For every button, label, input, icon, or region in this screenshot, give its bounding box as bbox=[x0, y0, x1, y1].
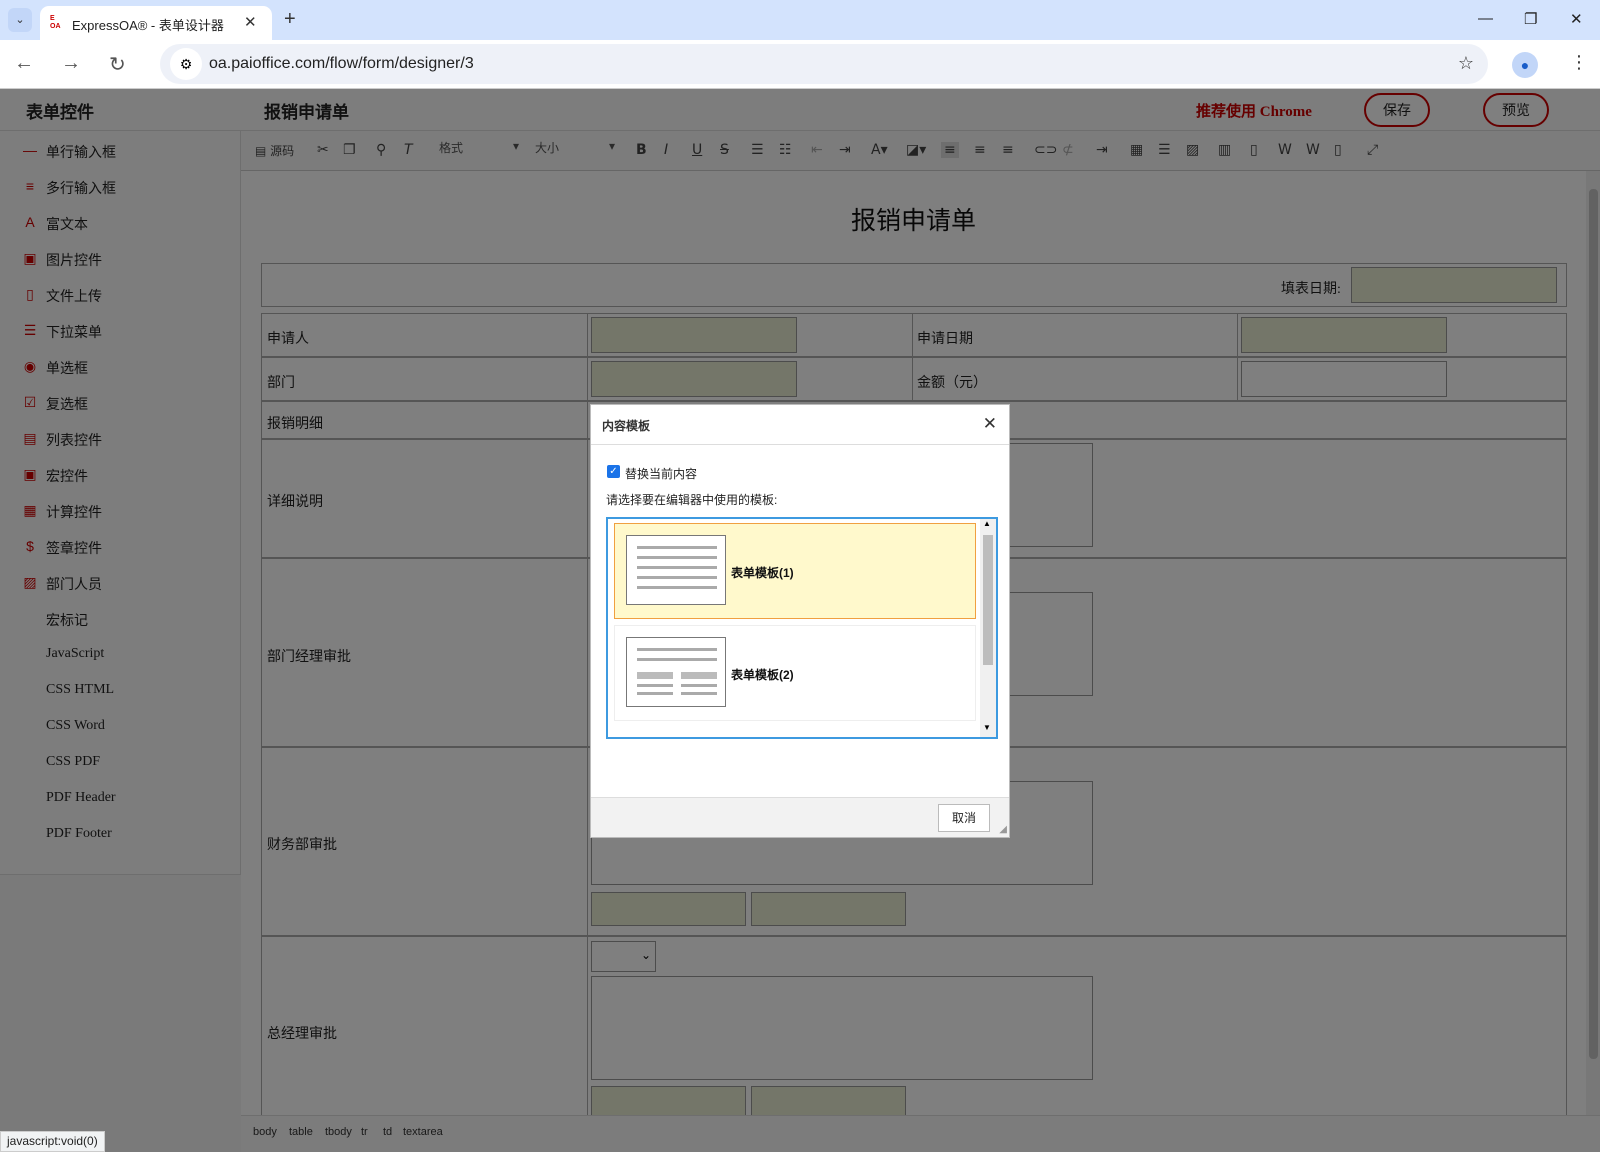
tab-title: ExpressOA® - 表单设计器 bbox=[72, 18, 224, 33]
new-tab-icon[interactable]: + bbox=[284, 8, 296, 31]
bookmark-star-icon[interactable]: ☆ bbox=[1458, 53, 1474, 74]
browser-tab[interactable]: E OA ExpressOA® - 表单设计器 ✕ bbox=[40, 6, 272, 40]
menu-kebab-icon[interactable]: ⋮ bbox=[1570, 52, 1588, 73]
minimize-icon[interactable]: — bbox=[1478, 10, 1493, 27]
address-bar[interactable]: ⚙ oa.paioffice.com/flow/form/designer/3 … bbox=[160, 44, 1488, 84]
dialog-footer: 取消 ◢ bbox=[591, 797, 1009, 837]
back-icon[interactable]: ← bbox=[14, 52, 34, 75]
tab-close-icon[interactable]: ✕ bbox=[244, 13, 257, 31]
template-list-scrollbar[interactable]: ▲ ▼ bbox=[980, 519, 996, 737]
template-2-thumbnail-icon bbox=[626, 637, 726, 707]
template-item-1[interactable]: 表单模板(1) bbox=[614, 523, 976, 619]
forward-icon[interactable]: → bbox=[61, 52, 81, 75]
instruction-text: 请选择要在编辑器中使用的模板: bbox=[606, 493, 778, 507]
site-settings-icon[interactable]: ⚙ bbox=[170, 48, 202, 80]
profile-icon[interactable]: ● bbox=[1512, 52, 1538, 78]
close-icon[interactable]: ✕ bbox=[983, 414, 997, 434]
content-template-dialog: 内容模板 ✕ ✓ 替换当前内容 请选择要在编辑器中使用的模板: 表单模板(1) bbox=[590, 404, 1010, 838]
scroll-down-icon[interactable]: ▼ bbox=[983, 723, 991, 732]
window-close-icon[interactable]: ✕ bbox=[1570, 10, 1583, 28]
dialog-header: 内容模板 ✕ bbox=[591, 405, 1009, 445]
browser-tab-bar: ⌄ E OA ExpressOA® - 表单设计器 ✕ + — ❐ ✕ bbox=[0, 0, 1600, 40]
favicon-icon: E OA bbox=[50, 15, 61, 30]
status-url-tooltip: javascript:void(0) bbox=[0, 1131, 105, 1152]
replace-label[interactable]: 替换当前内容 bbox=[625, 465, 697, 482]
resize-handle-icon[interactable]: ◢ bbox=[999, 824, 1007, 835]
browser-toolbar: ← → ↻ ⚙ oa.paioffice.com/flow/form/desig… bbox=[0, 40, 1600, 89]
template-list[interactable]: 表单模板(1) 表单模板(2) ▲ ▼ bbox=[606, 517, 998, 739]
scroll-up-icon[interactable]: ▲ bbox=[983, 519, 991, 528]
template-2-name: 表单模板(2) bbox=[731, 668, 794, 682]
template-1-thumbnail-icon bbox=[626, 535, 726, 605]
dialog-title: 内容模板 bbox=[602, 419, 651, 433]
tab-search-icon[interactable]: ⌄ bbox=[8, 8, 32, 32]
reload-icon[interactable]: ↻ bbox=[109, 52, 126, 77]
replace-checkbox[interactable]: ✓ bbox=[607, 465, 620, 478]
scrollbar-thumb[interactable] bbox=[983, 535, 993, 665]
template-1-name: 表单模板(1) bbox=[731, 566, 794, 580]
restore-icon[interactable]: ❐ bbox=[1524, 10, 1537, 28]
cancel-button[interactable]: 取消 bbox=[938, 804, 990, 832]
template-item-2[interactable]: 表单模板(2) bbox=[614, 625, 976, 721]
url-text[interactable]: oa.paioffice.com/flow/form/designer/3 bbox=[209, 55, 474, 73]
